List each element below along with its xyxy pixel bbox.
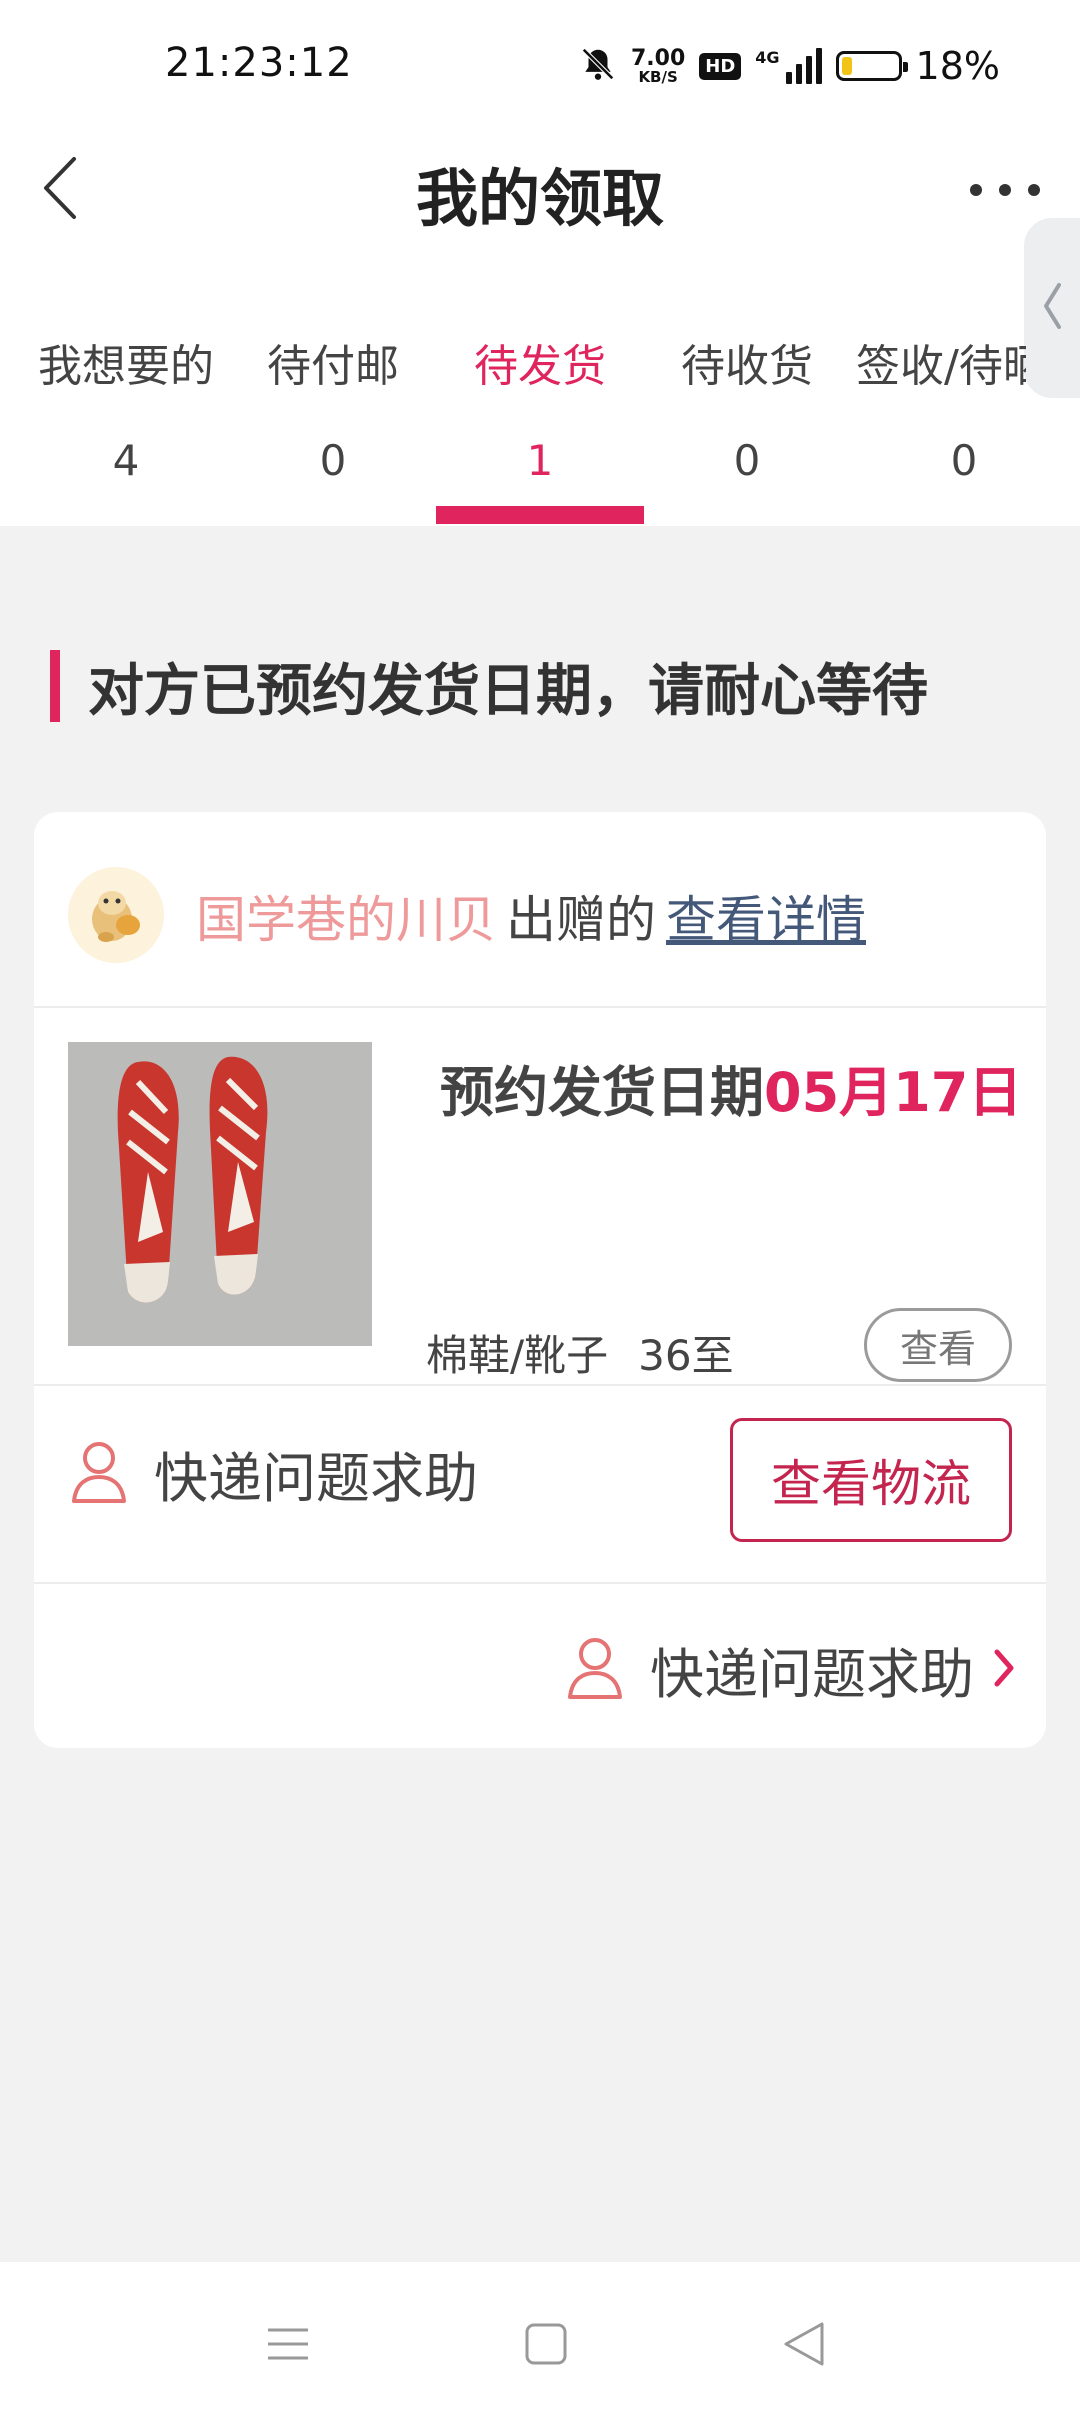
- tab-count: 4: [112, 436, 140, 485]
- battery-icon: [835, 51, 908, 81]
- more-icon-dot: [1028, 184, 1040, 196]
- system-nav-bar: [0, 2262, 1080, 2412]
- net-speed: 7.00 KB/S: [630, 45, 686, 86]
- active-tab-indicator: [436, 506, 644, 524]
- tab-label: 我想要的: [38, 341, 214, 392]
- network-type: 4G: [755, 48, 780, 67]
- page-title: 我的领取: [415, 162, 664, 235]
- courier-help-left[interactable]: 快递问题求助: [70, 1434, 478, 1513]
- order-card: 国学巷的川贝 出赠的 查看详情 预约发货日期05月17日 棉鞋/靴子 36至 查看: [34, 812, 1046, 1748]
- product-spec: 棉鞋/靴子 36至: [426, 1322, 734, 1383]
- product-size: 36至: [638, 1331, 734, 1380]
- hd-badge: HD: [699, 52, 742, 80]
- battery-fill: [841, 57, 852, 75]
- tab-count: 0: [950, 436, 978, 485]
- tab-signed[interactable]: 签收/待晒 0: [856, 330, 1026, 485]
- view-logistics-button[interactable]: 查看物流: [730, 1418, 1012, 1542]
- tab-pending-shipment[interactable]: 待发货 1: [436, 330, 644, 485]
- product-image[interactable]: [68, 1042, 372, 1346]
- tab-count: 1: [526, 436, 554, 485]
- more-icon-dot: [999, 184, 1011, 196]
- home-square-icon: [524, 2322, 568, 2370]
- tab-label: 待付邮: [267, 341, 399, 392]
- more-icon-dot: [970, 184, 982, 196]
- battery-percent: 18%: [915, 44, 1000, 88]
- more-button[interactable]: [970, 170, 1040, 210]
- side-panel-chevron-icon: [1041, 281, 1063, 335]
- giver-verb: 出赠的: [506, 891, 656, 949]
- view-details-link[interactable]: 查看详情: [666, 891, 866, 949]
- red-shoes-image: [68, 1042, 372, 1346]
- courier-help-link[interactable]: 快递问题求助: [566, 1630, 1016, 1709]
- tab-count: 0: [319, 436, 347, 485]
- home-button[interactable]: [506, 2306, 586, 2386]
- net-speed-value: 7.00: [630, 45, 686, 71]
- ship-date: 预约发货日期05月17日: [440, 1048, 1022, 1127]
- ship-date-label: 预约发货日期: [440, 1061, 764, 1124]
- menu-icon: [265, 2324, 311, 2368]
- notice-text: 对方已预约发货日期，请耐心等待: [88, 658, 928, 724]
- notice-accent-bar: [50, 650, 60, 722]
- tab-pending-postage[interactable]: 待付邮 0: [229, 330, 437, 485]
- giver-name[interactable]: 国学巷的川贝: [196, 891, 496, 949]
- status-time: 21:23:12: [165, 40, 353, 86]
- signal-icon: 4G: [755, 48, 822, 84]
- courier-help-text: 快递问题求助: [650, 1643, 974, 1706]
- tab-label: 签收/待晒: [856, 341, 1026, 392]
- tab-label: 待收货: [681, 341, 813, 392]
- bell-muted-icon: [579, 45, 617, 87]
- tab-pending-receipt[interactable]: 待收货 0: [643, 330, 851, 485]
- status-icons: 7.00 KB/S HD 4G 18%: [579, 36, 1000, 96]
- system-back-button[interactable]: [764, 2306, 844, 2386]
- menu-button[interactable]: [248, 2306, 328, 2386]
- tab-wanted[interactable]: 我想要的 4: [22, 330, 230, 485]
- hamster-avatar-icon: [68, 867, 164, 963]
- chevron-right-icon: [992, 1646, 1016, 1694]
- product-category: 棉鞋/靴子: [426, 1331, 609, 1380]
- tab-label: 待发货: [474, 341, 606, 392]
- net-speed-unit: KB/S: [638, 67, 678, 86]
- tab-count: 0: [733, 436, 761, 485]
- giver-row: 国学巷的川贝 出赠的 查看详情: [34, 812, 1046, 1008]
- courier-help-text: 快递问题求助: [154, 1447, 478, 1510]
- back-triangle-icon: [782, 2320, 826, 2372]
- view-button[interactable]: 查看: [864, 1308, 1012, 1382]
- notice-banner: 对方已预约发货日期，请耐心等待: [50, 650, 928, 724]
- avatar[interactable]: [68, 867, 164, 963]
- ship-date-value: 05月17日: [764, 1061, 1023, 1124]
- person-icon: [566, 1635, 624, 1705]
- product-row[interactable]: 预约发货日期05月17日 棉鞋/靴子 36至 查看: [34, 1008, 1046, 1382]
- giver-info: 国学巷的川贝 出赠的 查看详情: [196, 880, 866, 952]
- help-row: 快递问题求助 查看物流: [34, 1384, 1046, 1584]
- person-icon: [70, 1439, 128, 1509]
